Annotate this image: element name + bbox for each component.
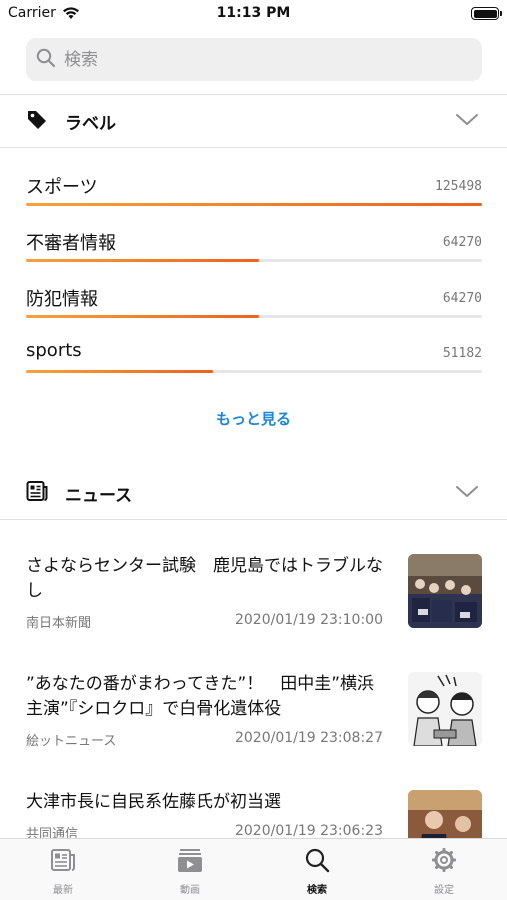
gear-icon (381, 847, 507, 877)
label-item[interactable]: 不審者情報 64270 (26, 229, 482, 269)
tab-latest[interactable]: 最新 (0, 847, 126, 896)
label-count: 64270 (442, 291, 482, 306)
label-bar-track (26, 315, 482, 318)
tab-label: 設定 (434, 885, 454, 896)
labels-section-header[interactable]: ラベル (0, 95, 507, 147)
label-count: 64270 (442, 235, 482, 250)
tab-label: 最新 (53, 885, 73, 896)
clock: 11:13 PM (216, 5, 291, 21)
news-thumbnail[interactable] (408, 554, 482, 628)
news-headline: ”あなたの番がまわってきた”！ 田中圭”横浜主演”『シロクロ』で白骨化遺体役 (26, 674, 375, 719)
label-name: スポーツ (26, 177, 98, 198)
newspaper-icon (26, 480, 48, 506)
news-item[interactable]: ”あなたの番がまわってきた”！ 田中圭”横浜主演”『シロクロ』で白骨化遺体役 絵… (26, 672, 482, 772)
label-bar-fill (26, 315, 259, 318)
label-name: 不審者情報 (26, 233, 116, 254)
search-bar[interactable] (26, 38, 482, 81)
search-icon (36, 48, 56, 72)
tab-search[interactable]: 検索 (254, 847, 380, 896)
tab-label: 検索 (307, 885, 327, 896)
divider (0, 147, 507, 148)
label-item[interactable]: 防犯情報 64270 (26, 285, 482, 325)
chevron-down-icon[interactable] (455, 112, 479, 131)
tab-settings[interactable]: 設定 (381, 847, 507, 896)
news-headline: 大津市長に自民系佐藤氏が初当選 (26, 792, 281, 812)
news-date: 2020/01/19 23:10:00 (234, 612, 383, 628)
news-date: 2020/01/19 23:06:23 (234, 823, 383, 839)
video-icon (127, 847, 253, 877)
news-section-header[interactable]: ニュース (0, 467, 507, 519)
battery-icon (471, 7, 502, 20)
news-source: 絵ットニュース (26, 734, 117, 749)
label-bar-fill (26, 203, 482, 206)
label-bar-fill (26, 370, 213, 373)
label-count: 51182 (442, 346, 482, 361)
label-count: 125498 (435, 179, 482, 194)
news-thumbnail[interactable] (408, 672, 482, 746)
label-name: 防犯情報 (26, 289, 98, 310)
label-name: sports (26, 340, 82, 361)
news-item[interactable]: さよならセンター試験 鹿児島ではトラブルなし 南日本新聞 2020/01/19 … (26, 554, 482, 654)
search-input[interactable] (64, 49, 444, 70)
news-headline: さよならセンター試験 鹿児島ではトラブルなし (26, 556, 383, 601)
news-section-title: ニュース (65, 485, 133, 506)
status-bar: Carrier 11:13 PM (0, 0, 507, 30)
tab-label: 動画 (180, 885, 200, 896)
show-more-link[interactable]: もっと見る (0, 408, 507, 429)
label-item[interactable]: sports 51182 (26, 340, 482, 380)
tag-icon (26, 108, 48, 134)
tab-video[interactable]: 動画 (127, 847, 253, 896)
label-bar-track (26, 370, 482, 373)
labels-section-title: ラベル (65, 113, 116, 134)
label-bar-fill (26, 259, 259, 262)
chevron-down-icon[interactable] (455, 484, 479, 503)
search-icon (254, 847, 380, 877)
label-item[interactable]: スポーツ 125498 (26, 173, 482, 213)
divider (0, 519, 507, 520)
tab-bar: 最新 動画 検索 設定 (0, 838, 507, 900)
news-date: 2020/01/19 23:08:27 (234, 730, 383, 746)
news-source: 南日本新聞 (26, 616, 92, 631)
news-icon (0, 847, 126, 877)
label-bar-track (26, 203, 482, 206)
label-bar-track (26, 259, 482, 262)
